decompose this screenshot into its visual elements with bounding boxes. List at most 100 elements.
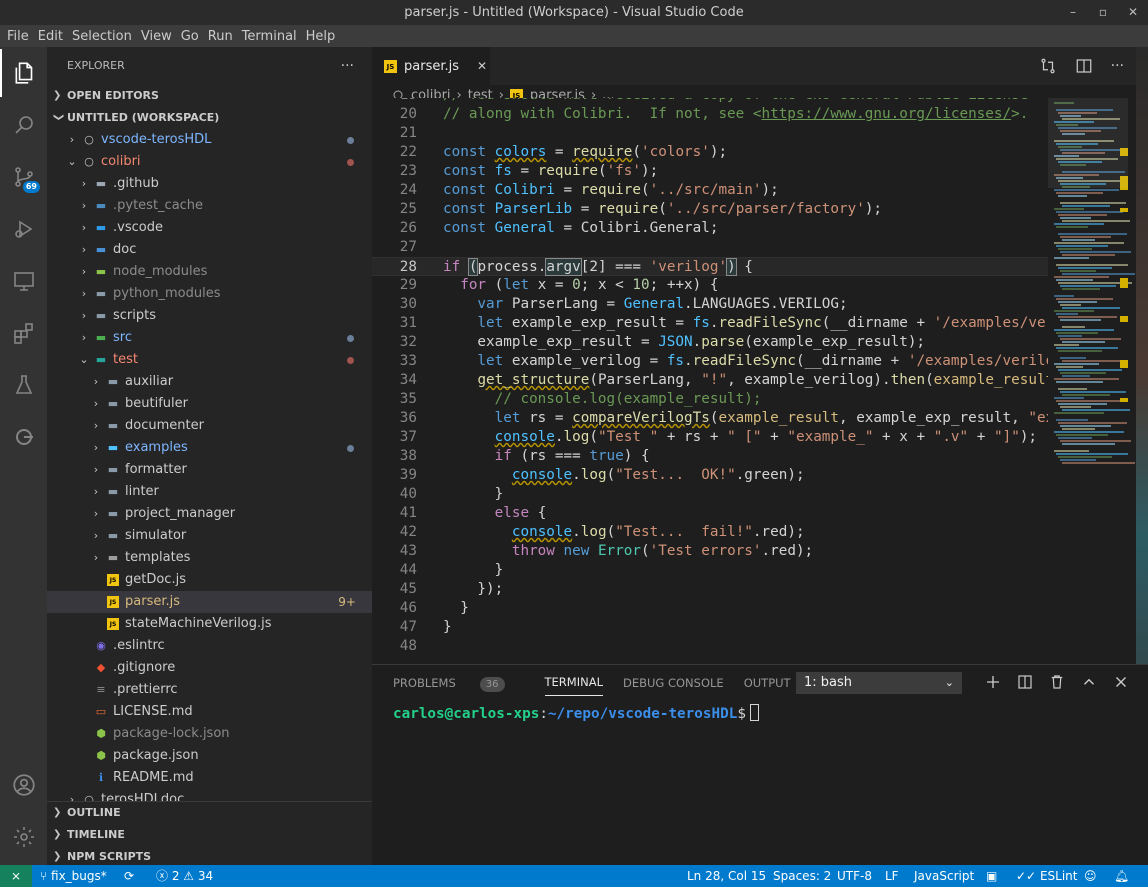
cursor-position[interactable]: Ln 28, Col 15 (687, 865, 766, 887)
menu-run[interactable]: Run (204, 29, 237, 44)
tree-item[interactable]: ≡ .prettierrc (47, 679, 372, 701)
tree-item[interactable]: › ▬ simulator (47, 525, 372, 547)
notifications-bell-icon[interactable]: 🔔︎ (1114, 865, 1129, 887)
tree-item[interactable]: ℹ README.md (47, 767, 372, 789)
menu-go[interactable]: Go (177, 29, 203, 44)
split-terminal-icon[interactable] (1016, 673, 1034, 691)
maximize-panel-icon[interactable] (1080, 673, 1098, 691)
workspace-section[interactable]: ❯ UNTITLED (WORKSPACE) (47, 107, 372, 129)
minimize-button[interactable]: – (1058, 0, 1088, 25)
source-control-icon[interactable]: 69 (0, 153, 47, 201)
tree-item[interactable]: › ▬ linter (47, 481, 372, 503)
tree-item[interactable]: ⬢ package.json (47, 745, 372, 767)
code-token: .red); (761, 543, 814, 559)
outline-section[interactable]: ❯ OUTLINE (47, 802, 372, 824)
tree-item[interactable]: › ▬ .pytest_cache (47, 195, 372, 217)
more-editor-actions-button[interactable]: ··· (1111, 57, 1124, 75)
tab-terminal[interactable]: TERMINAL (544, 675, 603, 696)
indentation[interactable]: Spaces: 2 (773, 865, 831, 887)
tree-item[interactable]: ⌄ ○ colibri (47, 151, 372, 173)
tree-item[interactable]: › ▬ node_modules (47, 261, 372, 283)
tree-item[interactable]: › ▬ .vscode (47, 217, 372, 239)
split-editor-icon[interactable] (1075, 57, 1093, 75)
tab-debug-console[interactable]: DEBUG CONSOLE (623, 676, 724, 690)
tree-item[interactable]: › ▬ auxiliar (47, 371, 372, 393)
tree-item[interactable]: ◆ .gitignore (47, 657, 372, 679)
extensions-icon[interactable] (0, 309, 47, 357)
remote-indicator[interactable]: ⨯ (0, 865, 32, 887)
tab-parser-js[interactable]: JS parser.js ✕ (372, 47, 490, 85)
menu-file[interactable]: File (3, 29, 33, 44)
tree-item[interactable]: › ▬ scripts (47, 305, 372, 327)
menu-selection[interactable]: Selection (68, 29, 136, 44)
new-terminal-icon[interactable] (984, 673, 1002, 691)
compare-changes-icon[interactable] (1039, 57, 1057, 75)
tree-item[interactable]: JS parser.js 9+ (47, 591, 372, 613)
explorer-icon[interactable] (0, 49, 47, 97)
testing-icon[interactable] (0, 361, 47, 409)
search-icon[interactable] (0, 101, 47, 149)
tree-item[interactable]: › ▬ project_manager (47, 503, 372, 525)
tree-item[interactable]: › ▬ beutifuler (47, 393, 372, 415)
accounts-icon[interactable] (0, 761, 47, 809)
tree-item[interactable]: › ▬ .github (47, 173, 372, 195)
close-tab-icon[interactable]: ✕ (477, 59, 487, 73)
tree-item[interactable]: › ▬ examples (47, 437, 372, 459)
tree-item[interactable]: › ▬ documenter (47, 415, 372, 437)
menu-view[interactable]: View (137, 29, 176, 44)
tree-item[interactable]: ⬢ package-lock.json (47, 723, 372, 745)
teroshdl-icon[interactable] (0, 413, 47, 461)
feedback-icon[interactable]: ☺ (1084, 865, 1097, 887)
minimap-line (1058, 214, 1107, 216)
tree-item-label: stateMachineVerilog.js (125, 616, 272, 631)
trash-icon[interactable] (1048, 673, 1066, 691)
npm-scripts-section[interactable]: ❯ NPM SCRIPTS (47, 846, 372, 865)
code-token: { (537, 505, 547, 521)
tab-output[interactable]: OUTPUT (744, 676, 791, 690)
timeline-section[interactable]: ❯ TIMELINE (47, 824, 372, 846)
tree-item[interactable]: › ▬ python_modules (47, 283, 372, 305)
terminal-select[interactable]: 1: bash ⌄ (796, 672, 962, 694)
eslint-indicator[interactable]: ✓✓ ESLint (1016, 865, 1077, 887)
menu-terminal[interactable]: Terminal (238, 29, 301, 44)
minimap-line (1054, 276, 1109, 278)
problems-indicator[interactable]: ⓧ 2 ⚠ 34 (156, 865, 213, 887)
info-icon: ℹ (98, 771, 104, 784)
encoding[interactable]: UTF-8 (837, 865, 872, 887)
tree-item[interactable]: › ▬ templates (47, 547, 372, 569)
run-debug-icon[interactable] (0, 205, 47, 253)
tree-item[interactable]: ⌄ ▬ test (47, 349, 372, 371)
code-text: for (let x = 0; x < 10; ++x) { (443, 276, 718, 295)
minimap[interactable] (1048, 98, 1136, 664)
git-icon: ◆ (96, 661, 106, 674)
maximize-button[interactable]: ▫ (1088, 0, 1118, 25)
code-token: ( (925, 372, 934, 388)
tree-item[interactable]: JS getDoc.js (47, 569, 372, 591)
tree-item[interactable]: ◉ .eslintrc (47, 635, 372, 657)
tree-item[interactable]: › ○ vscode-terosHDL (47, 129, 372, 151)
tree-item[interactable]: ▭ LICENSE.md (47, 701, 372, 723)
line-ending[interactable]: LF (885, 865, 899, 887)
tree-item[interactable]: JS stateMachineVerilog.js (47, 613, 372, 635)
tree-item[interactable]: › ▬ formatter (47, 459, 372, 481)
close-panel-icon[interactable] (1112, 673, 1130, 691)
more-actions-button[interactable]: ··· (341, 47, 354, 85)
tree-item[interactable]: › ▬ doc (47, 239, 372, 261)
terminal-output[interactable]: carlos@carlos-xps:~/repo/vscode-terosHDL… (393, 704, 759, 722)
code-token: console (511, 524, 573, 540)
code-editor[interactable]: 19 // You should have received a copy of … (372, 98, 1048, 664)
branch-indicator[interactable]: ⑂ fix_bugs* (40, 865, 107, 887)
prompt-symbol: $ (737, 706, 746, 722)
menu-edit[interactable]: Edit (34, 29, 67, 44)
code-token: = (572, 201, 598, 217)
terminal-indicator-icon[interactable]: ▣ (986, 865, 997, 887)
sync-icon[interactable]: ⟳ (124, 865, 134, 887)
tree-item[interactable]: › ▬ src (47, 327, 372, 349)
settings-gear-icon[interactable] (0, 813, 47, 861)
close-window-button[interactable]: ✕ (1118, 0, 1148, 25)
language-mode[interactable]: JavaScript (914, 865, 974, 887)
tab-problems[interactable]: PROBLEMS 36 (393, 676, 525, 692)
open-editors-section[interactable]: ❯ OPEN EDITORS (47, 85, 372, 107)
menu-help[interactable]: Help (302, 29, 340, 44)
remote-explorer-icon[interactable] (0, 257, 47, 305)
